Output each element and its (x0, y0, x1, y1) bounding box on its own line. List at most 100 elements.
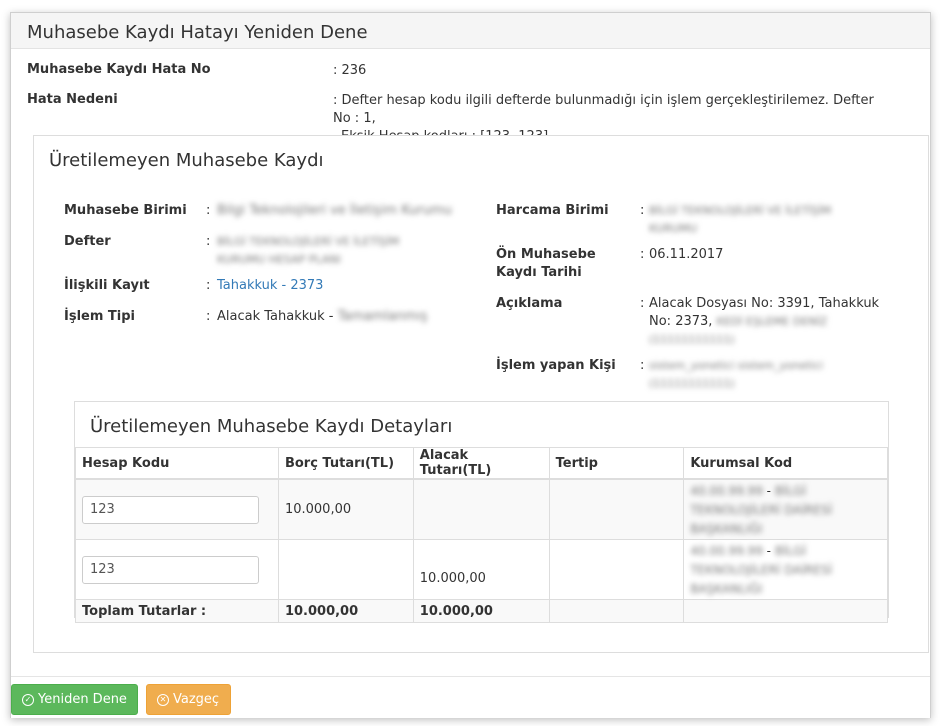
institutional-code-value: 40.00.99.99 - BİLGİ TEKNOLOJİLERİ DAİRES… (690, 540, 881, 599)
total-debit: 10.000,00 (277, 599, 414, 623)
date-label-line-2: Kaydı Tarihi (496, 265, 582, 280)
operation-type-status: Tamamlanmış (337, 309, 428, 324)
error-no-label: Muhasebe Kaydı Hata No (27, 62, 211, 77)
ledger-label: Defter (64, 234, 111, 249)
total-credit: 10.000,00 (412, 599, 550, 623)
reason-label: Hata Nedeni (27, 92, 118, 107)
spending-unit-label: Harcama Birimi (496, 203, 609, 218)
date-label-line-1: Ön Muhasebe (496, 247, 596, 262)
related-record-link[interactable]: Tahakkuk - 2373 (217, 277, 323, 295)
retry-button[interactable]: ✓ Yeniden Dene (11, 684, 138, 715)
colon: : (206, 278, 211, 293)
operator-line-2: (11111111111) (649, 377, 735, 390)
operator-value: sistem_yonetici sistem_yonetici (1111111… (649, 357, 823, 393)
ledger-value: BİLGİ TEKNOLOJİLERİ VE İLETİŞİM KURUMU H… (217, 233, 399, 269)
spending-unit-value: BİLGİ TEKNOLOJİLERİ VE İLETİŞİM KURUMU (649, 202, 831, 238)
description-line-2: No: 2373, (649, 314, 717, 329)
record-panel: Üretilemeyen Muhasebe Kaydı Muhasebe Bir… (33, 135, 929, 653)
institutional-code-cell: 40.00.99.99 - BİLGİ TEKNOLOJİLERİ DAİRES… (683, 539, 888, 600)
colon: : (640, 296, 645, 311)
colon: : (640, 358, 645, 373)
description-label: Açıklama (496, 296, 563, 311)
field-operation-type: İşlem Tipi : Alacak Tahakkuk - Tamamlanm… (64, 308, 484, 328)
description-person: KEDİ EŞLEME DENİZ (716, 315, 828, 328)
institutional-code-cell: 40.00.99.99 - BİLGİ TEKNOLOJİLERİ DAİRES… (683, 478, 888, 540)
kk-name-3: BAŞKANLIĞI (690, 522, 763, 536)
colon: : (206, 234, 211, 249)
reason-line-1: : Defter hesap kodu ilgili defterde bulu… (333, 93, 874, 126)
col-account-code: Hesap Kodu (75, 447, 279, 480)
kk-name-2: TEKNOLOJİLERİ DAİRESİ (690, 503, 833, 517)
institutional-code-value: 40.00.99.99 - BİLGİ TEKNOLOJİLERİ DAİRES… (690, 480, 881, 539)
modal-header: Muhasebe Kaydı Hatayı Yeniden Dene (11, 13, 930, 49)
col-institutional-code: Kurumsal Kod (683, 447, 888, 480)
cancel-button-label: Vazgeç (173, 692, 220, 707)
account-code-input[interactable] (82, 495, 259, 524)
colon: : (640, 203, 645, 218)
accounting-unit-label: Muhasebe Birimi (64, 203, 187, 218)
cancel-button[interactable]: ✕ Vazgeç (146, 684, 231, 715)
account-code-input[interactable] (82, 555, 259, 584)
kk-code: 40.00.99.99 (690, 544, 763, 558)
error-no-row: Muhasebe Kaydı Hata No (27, 62, 211, 77)
total-institutional-code (683, 599, 888, 623)
field-accounting-unit: Muhasebe Birimi : Bilgi Teknolojileri ve… (64, 202, 484, 222)
table-header-row: Hesap Kodu Borç Tutarı(TL) Alacak Tutarı… (75, 447, 888, 480)
colon: : (206, 203, 211, 218)
pre-accounting-date-value: 06.11.2017 (649, 247, 724, 262)
modal-footer: ✓ Yeniden Dene ✕ Vazgeç (11, 676, 930, 718)
table-row: 10.000,00 40.00.99.99 - BİLGİ TEKNOLOJİL… (75, 539, 888, 600)
operator-line-1: sistem_yonetici sistem_yonetici (649, 359, 824, 372)
details-panel-title: Üretilemeyen Muhasebe Kaydı Detayları (90, 416, 453, 437)
details-panel: Üretilemeyen Muhasebe Kaydı Detayları He… (74, 401, 889, 623)
record-panel-title: Üretilemeyen Muhasebe Kaydı (49, 150, 324, 171)
col-tertip: Tertip (548, 447, 685, 480)
account-cell (75, 478, 279, 540)
spending-unit-line-2: KURUMU (649, 222, 698, 235)
tertip-cell (548, 539, 685, 600)
kk-name-2: TEKNOLOJİLERİ DAİRESİ (690, 563, 833, 577)
kk-name-1: BİLGİ (774, 544, 807, 558)
total-tertip (548, 599, 685, 623)
operation-type-label: İşlem Tipi (64, 309, 136, 324)
pre-accounting-date-label: Ön Muhasebe Kaydı Tarihi (496, 246, 636, 282)
operator-label: İşlem yapan Kişi (496, 358, 616, 373)
details-table: Hesap Kodu Borç Tutarı(TL) Alacak Tutarı… (75, 447, 888, 623)
field-spending-unit: Harcama Birimi : BİLGİ TEKNOLOJİLERİ VE … (496, 202, 916, 242)
operation-type-value: Alacak Tahakkuk - Tamamlanmış (217, 308, 428, 326)
accounting-unit-value: Bilgi Teknolojileri ve İletişim Kurumu (217, 203, 452, 218)
kk-name-3: BAŞKANLIĞI (690, 582, 763, 596)
related-record-label: İlişkili Kayıt (64, 278, 150, 293)
reason-row: Hata Nedeni (27, 92, 118, 107)
kk-separator: - (762, 544, 775, 558)
totals-label: Toplam Tutarlar : (75, 599, 279, 623)
ledger-value-line-2: KURUMU HESAP PLANI (217, 253, 341, 266)
operation-type-text: Alacak Tahakkuk - (217, 309, 338, 324)
field-operator: İşlem yapan Kişi : sistem_yonetici siste… (496, 357, 916, 397)
table-row: 10.000,00 40.00.99.99 - BİLGİ TEKNOLOJİL… (75, 478, 888, 540)
colon: : (206, 309, 211, 324)
credit-cell (412, 478, 550, 540)
kk-name-1: BİLGİ (774, 484, 807, 498)
modal-title: Muhasebe Kaydı Hatayı Yeniden Dene (27, 22, 368, 43)
col-credit: Alacak Tutarı(TL) (412, 447, 550, 480)
tertip-cell (548, 478, 685, 540)
retry-modal: Muhasebe Kaydı Hatayı Yeniden Dene Muhas… (10, 12, 931, 718)
field-pre-accounting-date: Ön Muhasebe Kaydı Tarihi : 06.11.2017 (496, 246, 916, 286)
kk-separator: - (762, 484, 775, 498)
field-related-record: İlişkili Kayıt : Tahakkuk - 2373 (64, 277, 484, 297)
ledger-value-line-1: BİLGİ TEKNOLOJİLERİ VE İLETİŞİM (217, 235, 400, 248)
field-description: Açıklama : Alacak Dosyası No: 3391, Taha… (496, 295, 916, 351)
check-circle-icon: ✓ (22, 693, 34, 706)
debit-cell: 10.000,00 (277, 478, 414, 540)
times-circle-icon: ✕ (157, 693, 169, 706)
description-value: Alacak Dosyası No: 3391, Tahakkuk No: 23… (649, 295, 889, 349)
col-debit: Borç Tutarı(TL) (277, 447, 414, 480)
error-no-value: : 236 (333, 63, 367, 78)
field-ledger: Defter : BİLGİ TEKNOLOJİLERİ VE İLETİŞİM… (64, 233, 484, 273)
colon: : (640, 247, 645, 262)
credit-cell: 10.000,00 (412, 539, 550, 600)
spending-unit-line-1: BİLGİ TEKNOLOJİLERİ VE İLETİŞİM (649, 204, 832, 217)
totals-row: Toplam Tutarlar : 10.000,00 10.000,00 (75, 599, 888, 623)
account-cell (75, 539, 279, 600)
